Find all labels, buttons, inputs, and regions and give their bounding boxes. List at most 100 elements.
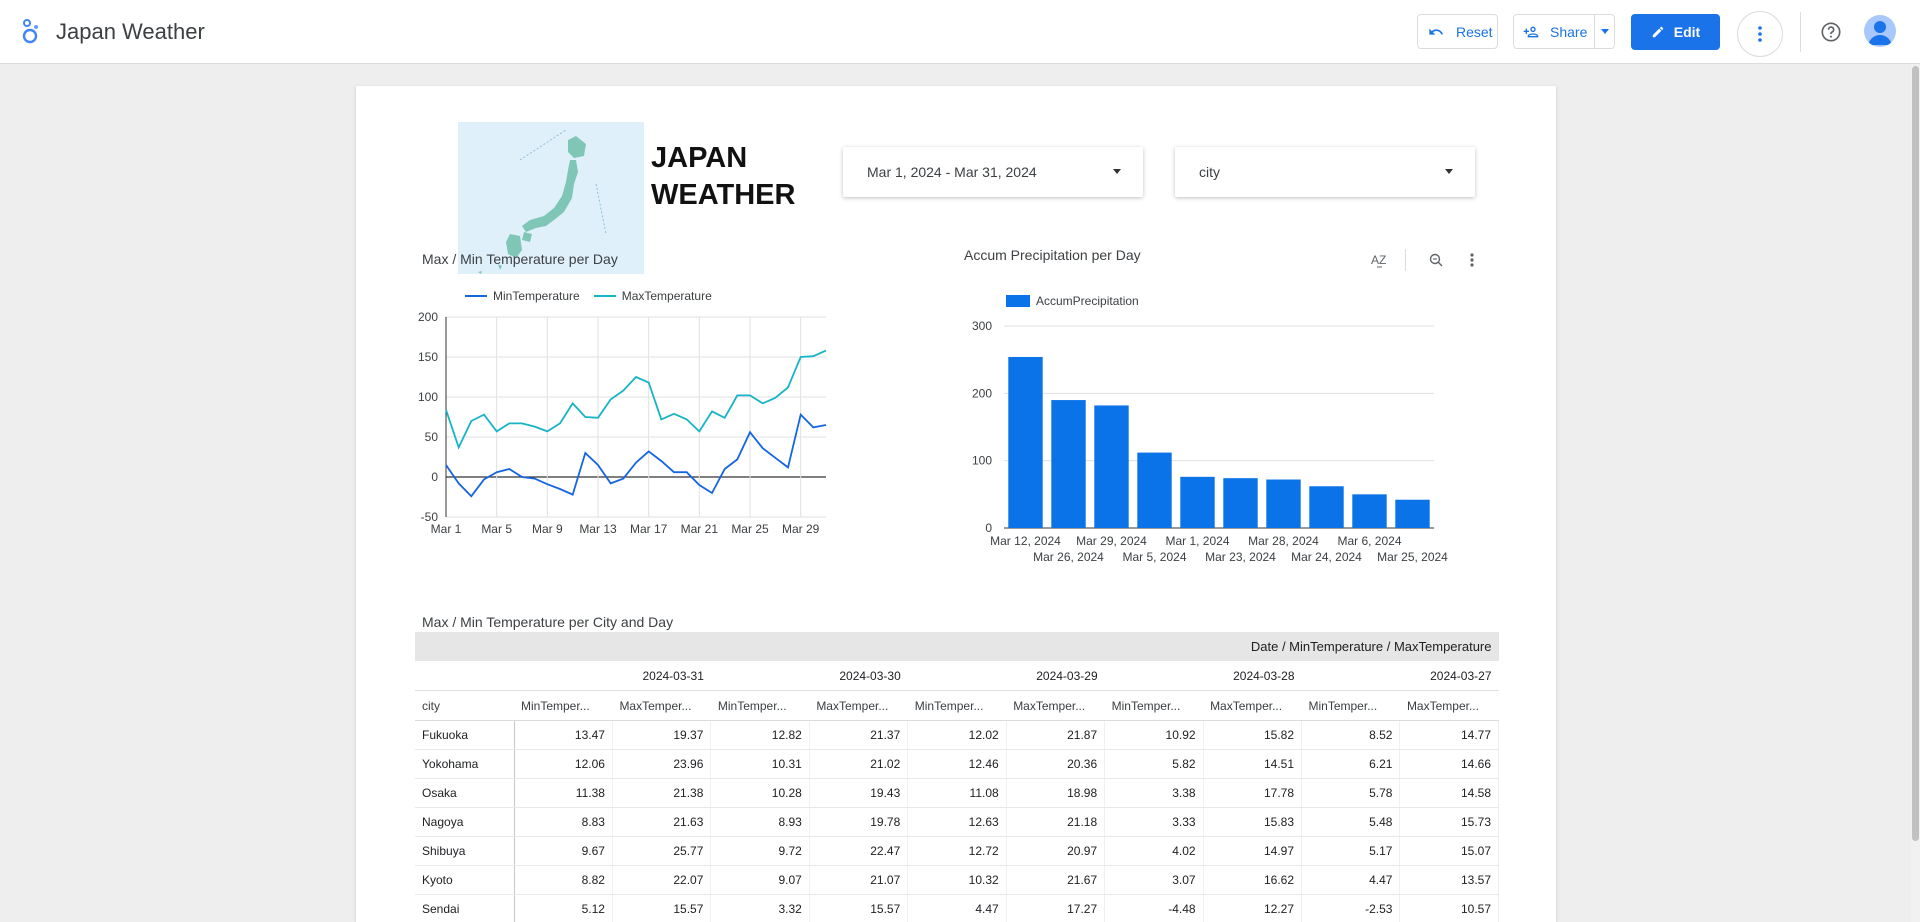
more-options-button[interactable] [1737,11,1783,57]
y-tick-label: 150 [418,350,438,364]
y-tick-label: 100 [418,390,438,404]
temperature-cell: -2.53 [1301,894,1401,922]
x-tick-label: Mar 9 [532,522,563,536]
pivot-header-band: Date / MinTemperature / MaxTemperature [415,632,1499,661]
temperature-cell: 3.38 [1104,778,1204,808]
precipitation-bar[interactable] [1309,486,1344,528]
table-row[interactable]: Sendai 5.12 15.57 3.32 15.57 4.47 17.27 -4.48 12… [415,894,1499,922]
date-column-header[interactable]: 2024-03-28 [1104,661,1302,691]
temperature-cell: 12.72 [907,836,1007,866]
x-category-label: Mar 28, 2024 [1248,534,1319,548]
temperature-cell: 13.57 [1399,865,1499,895]
temperature-cell: 14.97 [1203,836,1303,866]
edit-button[interactable]: Edit [1631,14,1720,50]
temperature-cell: 23.96 [612,749,712,779]
account-avatar[interactable] [1864,15,1896,47]
date-column-header[interactable]: 2024-03-31 [514,661,711,691]
table-row[interactable]: Osaka 11.38 21.38 10.28 19.43 11.08 18.98 3.38 1… [415,778,1499,808]
max-temperature-header[interactable]: MaxTemper... [1006,690,1105,721]
metric-header-row: city MinTemper... MaxTemper... MinTemper..… [415,690,1499,721]
temperature-cell: 20.97 [1006,836,1106,866]
date-column-header[interactable]: 2024-03-27 [1301,661,1499,691]
edit-label: Edit [1673,24,1701,40]
date-column-header[interactable]: 2024-03-30 [710,661,908,691]
city-filter-control[interactable]: city [1175,147,1475,197]
sort-az-icon[interactable]: AZ [1371,251,1391,269]
city-filter-value: city [1199,164,1220,180]
looker-studio-logo-icon[interactable] [20,18,42,44]
city-cell: Kyoto [415,865,515,895]
precipitation-bar[interactable] [1051,400,1086,528]
chart-more-icon[interactable] [1469,252,1475,268]
city-cell: Nagoya [415,807,515,837]
x-category-label: Mar 12, 2024 [990,534,1061,548]
precipitation-bar[interactable] [1395,499,1430,528]
share-label: Share [1550,23,1588,40]
line-chart[interactable]: 200150100500-50Mar 1 Mar 5 Mar 9 Mar 13 Mar … [406,308,836,538]
min-temperature-header[interactable]: MinTemper... [1104,690,1204,721]
max-temperature-header[interactable]: MaxTemper... [809,690,908,721]
max-temperature-header[interactable]: MaxTemper... [612,690,711,721]
precipitation-bar[interactable] [1137,452,1172,528]
max-temperature-header[interactable]: MaxTemper... [1203,690,1302,721]
help-button[interactable] [1818,19,1844,45]
table-row[interactable]: Fukuoka 13.47 19.37 12.82 21.37 12.02 21.87 10.… [415,720,1499,750]
precipitation-bar[interactable] [1223,478,1258,528]
bar-chart-legend[interactable]: AccumPrecipitation [1006,294,1139,308]
line-chart-legend[interactable]: MinTemperature MaxTemperature [465,289,712,303]
precipitation-bar[interactable] [1008,356,1043,528]
temperature-cell: 8.93 [710,807,810,837]
y-tick-label: 100 [972,454,992,468]
temperature-cell: 10.57 [1399,894,1499,922]
temperature-cell: 10.31 [710,749,810,779]
temperature-cell: 12.06 [514,749,613,779]
caret-down-icon [1600,29,1609,34]
report-canvas: JAPAN WEATHER Mar 1, 2024 - Mar 31, 2024… [356,86,1556,922]
temperature-cell: 8.82 [514,865,613,895]
date-column-header[interactable]: 2024-03-29 [907,661,1105,691]
report-title[interactable]: Japan Weather [56,19,205,45]
min-temperature-header[interactable]: MinTemper... [1301,690,1400,721]
scrollbar-thumb[interactable] [1912,66,1919,841]
temperature-cell: 21.67 [1006,865,1106,895]
table-row[interactable]: Shibuya 9.67 25.77 9.72 22.47 12.72 20.97 4.02 1… [415,836,1499,866]
x-tick-label: Mar 21 [681,522,719,536]
share-button[interactable]: Share [1513,14,1595,49]
pencil-icon [1652,26,1664,38]
temperature-cell: 16.62 [1203,865,1303,895]
min-temperature-header[interactable]: MinTemper... [514,690,613,721]
temperature-cell: 14.77 [1399,720,1499,750]
min-temperature-header[interactable]: MinTemper... [907,690,1007,721]
x-tick-label: Mar 29 [782,522,820,536]
min-temperature-header[interactable]: MinTemper... [710,690,810,721]
pivot-table-title: Max / Min Temperature per City and Day [422,614,674,630]
table-row[interactable]: Nagoya 8.83 21.63 8.93 19.78 12.63 21.18 3.33 15… [415,807,1499,837]
max-temperature-header[interactable]: MaxTemper... [1399,690,1499,721]
temperature-cell: 10.28 [710,778,810,808]
table-row[interactable]: Kyoto 8.82 22.07 9.07 21.07 10.32 21.67 3.07 16.… [415,865,1499,895]
table-row[interactable]: Yokohama 12.06 23.96 10.31 21.02 12.46 20.36 5.… [415,749,1499,779]
max-temperature-line[interactable] [445,349,827,450]
reset-button[interactable]: Reset [1417,14,1498,49]
temperature-cell: 6.21 [1301,749,1401,779]
precipitation-bar[interactable] [1266,479,1301,528]
temperature-cell: 12.82 [710,720,810,750]
temperature-cell: 14.66 [1399,749,1499,779]
temperature-cell: 9.72 [710,836,810,866]
y-tick-label: 300 [972,319,992,333]
precipitation-bar[interactable] [1094,405,1129,528]
city-column-header[interactable]: city [415,690,514,721]
temperature-cell: 21.07 [809,865,909,895]
date-range-control[interactable]: Mar 1, 2024 - Mar 31, 2024 [843,147,1143,197]
share-menu-button[interactable] [1594,14,1615,49]
date-header-row: 2024-03-31 2024-03-30 2024-03-29 2024-03-28… [415,661,1499,691]
zoom-icon[interactable] [1428,252,1444,268]
precipitation-bar[interactable] [1352,494,1387,528]
temperature-cell: 9.07 [710,865,810,895]
precipitation-bar[interactable] [1180,476,1215,528]
help-circle-icon [1821,22,1841,42]
x-tick-label: Mar 1 [431,522,462,536]
bar-chart[interactable]: 300 200 100 0Mar 12, 2024 Mar 26, 2024 Mar 29… [956,312,1448,564]
temperature-cell: 10.92 [1104,720,1204,750]
temperature-cell: 5.48 [1301,807,1401,837]
